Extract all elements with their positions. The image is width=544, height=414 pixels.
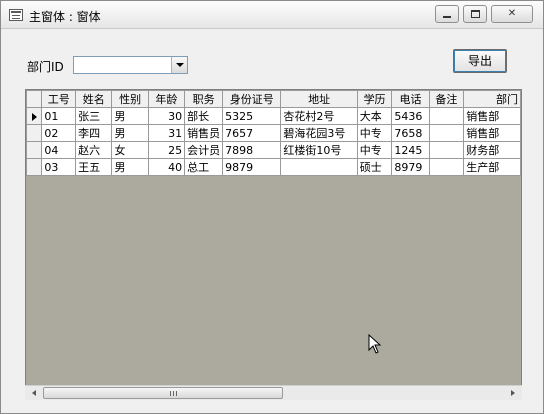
table-cell[interactable]: 会计员 <box>184 141 224 159</box>
table-cell[interactable] <box>428 141 465 159</box>
row-selector[interactable] <box>26 107 43 125</box>
header-row: 工号 姓名 性别 年龄 职务 身份证号 地址 学历 电话 备注 部门 <box>26 90 521 108</box>
column-header[interactable]: 部门 <box>463 90 521 108</box>
dropdown-arrow-icon[interactable] <box>171 57 187 73</box>
table-cell[interactable]: 赵六 <box>75 141 113 159</box>
table-cell[interactable]: 财务部 <box>463 141 521 159</box>
table-cell[interactable]: 张三 <box>75 107 113 125</box>
column-header[interactable]: 身份证号 <box>222 90 282 108</box>
form-icon <box>9 9 23 21</box>
table-cell[interactable]: 男 <box>111 107 149 125</box>
table-cell[interactable] <box>428 107 465 125</box>
column-header[interactable]: 学历 <box>356 90 393 108</box>
row-selector[interactable] <box>26 124 43 142</box>
mouse-cursor-icon <box>368 334 382 354</box>
dept-id-combobox[interactable] <box>73 56 188 74</box>
title-bar[interactable]: 主窗体 : 窗体 ✕ <box>1 1 543 29</box>
table-cell[interactable]: 男 <box>111 158 149 176</box>
table-cell[interactable]: 销售部 <box>463 107 521 125</box>
table-row[interactable]: 03 王五 男 40 总工 9879 硕士 8979 生产部 <box>26 158 521 176</box>
close-icon: ✕ <box>507 8 517 19</box>
table-cell[interactable]: 7657 <box>222 124 282 142</box>
table-cell[interactable]: 02 <box>41 124 77 142</box>
table-cell[interactable]: 1245 <box>391 141 430 159</box>
table-cell[interactable]: 销售员 <box>184 124 224 142</box>
table-cell[interactable]: 40 <box>147 158 186 176</box>
table-cell[interactable]: 7658 <box>391 124 430 142</box>
scrollbar-thumb[interactable] <box>43 387 283 399</box>
table-cell[interactable]: 中专 <box>356 124 393 142</box>
table-cell[interactable]: 部长 <box>184 107 224 125</box>
column-header[interactable]: 职务 <box>184 90 224 108</box>
table-cell[interactable]: 生产部 <box>463 158 521 176</box>
column-header[interactable]: 姓名 <box>75 90 113 108</box>
table-cell[interactable]: 5325 <box>222 107 282 125</box>
table-cell[interactable]: 30 <box>147 107 186 125</box>
table-row[interactable]: 04 赵六 女 25 会计员 7898 红楼街10号 中专 1245 财务部 <box>26 141 521 159</box>
column-header[interactable]: 性别 <box>111 90 149 108</box>
maximize-button[interactable] <box>463 5 487 23</box>
scroll-left-icon[interactable] <box>27 386 42 400</box>
table-cell[interactable]: 31 <box>147 124 186 142</box>
maximize-icon <box>470 10 480 18</box>
dept-id-label: 部门ID <box>27 60 64 74</box>
table-cell[interactable]: 男 <box>111 124 149 142</box>
table-cell[interactable]: 李四 <box>75 124 113 142</box>
table-cell[interactable]: 9879 <box>222 158 282 176</box>
column-header[interactable]: 地址 <box>280 90 358 108</box>
scroll-right-icon[interactable] <box>505 386 520 400</box>
table-cell[interactable]: 碧海花园3号 <box>280 124 358 142</box>
column-header[interactable]: 工号 <box>41 90 77 108</box>
table-cell[interactable]: 杏花村2号 <box>280 107 358 125</box>
minimize-icon <box>443 16 451 18</box>
table-cell[interactable]: 5436 <box>391 107 430 125</box>
table-cell[interactable]: 大本 <box>356 107 393 125</box>
row-selector[interactable] <box>26 141 43 159</box>
table-cell[interactable]: 03 <box>41 158 77 176</box>
current-record-icon <box>31 112 37 121</box>
column-header[interactable]: 电话 <box>391 90 430 108</box>
table-cell[interactable]: 女 <box>111 141 149 159</box>
employee-datasheet[interactable]: 工号 姓名 性别 年龄 职务 身份证号 地址 学历 电话 备注 部门 01 张三… <box>25 89 522 399</box>
table-cell[interactable] <box>428 158 465 176</box>
table-cell[interactable]: 04 <box>41 141 77 159</box>
employee-table: 工号 姓名 性别 年龄 职务 身份证号 地址 学历 电话 备注 部门 01 张三… <box>26 90 521 176</box>
row-selector[interactable] <box>26 158 43 176</box>
column-header[interactable]: 备注 <box>428 90 465 108</box>
table-cell[interactable]: 销售部 <box>463 124 521 142</box>
window-title: 主窗体 : 窗体 <box>29 10 101 24</box>
export-button[interactable]: 导出 <box>453 49 507 73</box>
table-row[interactable]: 01 张三 男 30 部长 5325 杏花村2号 大本 5436 销售部 <box>26 107 521 125</box>
table-cell[interactable]: 8979 <box>391 158 430 176</box>
main-form-window: 主窗体 : 窗体 ✕ 部门ID 导出 工号 姓名 性别 年龄 职务 身份证号 地… <box>0 0 544 414</box>
table-cell[interactable]: 7898 <box>222 141 282 159</box>
close-button[interactable]: ✕ <box>491 5 533 23</box>
table-cell[interactable]: 01 <box>41 107 77 125</box>
table-cell[interactable] <box>280 158 358 176</box>
table-cell[interactable] <box>428 124 465 142</box>
row-selector-header[interactable] <box>26 90 43 108</box>
table-cell[interactable]: 中专 <box>356 141 393 159</box>
table-cell[interactable]: 总工 <box>184 158 224 176</box>
minimize-button[interactable] <box>435 5 459 23</box>
table-cell[interactable]: 王五 <box>75 158 113 176</box>
table-cell[interactable]: 硕士 <box>356 158 393 176</box>
grip-icon <box>170 391 177 396</box>
table-row[interactable]: 02 李四 男 31 销售员 7657 碧海花园3号 中专 7658 销售部 <box>26 124 521 142</box>
column-header[interactable]: 年龄 <box>147 90 186 108</box>
horizontal-scrollbar[interactable] <box>25 385 522 400</box>
table-cell[interactable]: 25 <box>147 141 186 159</box>
table-cell[interactable]: 红楼街10号 <box>280 141 358 159</box>
